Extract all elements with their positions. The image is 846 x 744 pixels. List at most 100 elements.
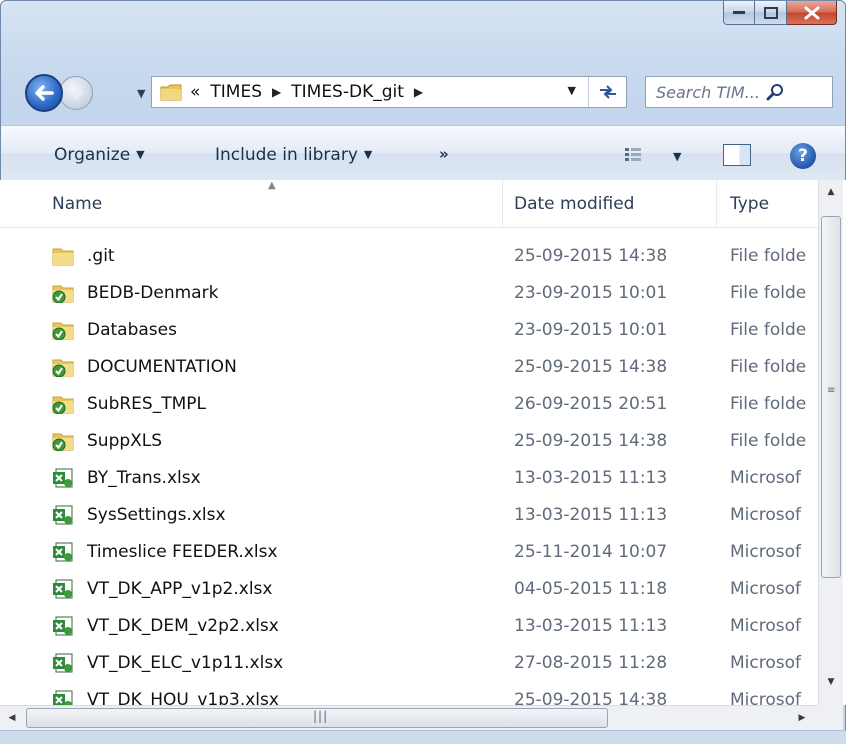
list-item[interactable]: SuppXLS 25-09-2015 14:38 File folde [0,423,818,460]
file-type: File folde [730,394,807,414]
file-name: BY_Trans.xlsx [87,468,201,488]
list-item[interactable]: VT_DK_HOU_v1p3.xlsx 25-09-2015 14:38 Mic… [0,682,818,705]
navigation-row: ▼ « TIMES ▶ TIMES-DK_git ▶ ▼ Search TIM.… [25,72,837,112]
breadcrumb-item-times[interactable]: TIMES [210,82,262,102]
scroll-up-arrow-icon[interactable]: ▲ [819,180,843,204]
file-date: 23-09-2015 10:01 [514,320,668,340]
organize-button[interactable]: Organize ▼ [54,145,145,165]
minimize-icon [733,10,745,14]
list-item[interactable]: BEDB-Denmark 23-09-2015 10:01 File folde [0,275,818,312]
horizontal-scrollbar[interactable]: ◀ ||| ▶ [0,705,818,730]
file-name: BEDB-Denmark [87,283,219,303]
search-box[interactable]: Search TIM... [645,76,833,108]
vertical-scrollbar[interactable]: ▲ ≡ ▼ [818,180,843,705]
chevron-right-icon[interactable]: ▶ [414,85,423,99]
file-date: 25-09-2015 14:38 [514,246,668,266]
back-button[interactable] [25,74,63,112]
list-item[interactable]: Databases 23-09-2015 10:01 File folde [0,312,818,349]
more-commands-button[interactable]: » [439,145,449,163]
file-name: VT_DK_DEM_v2p2.xlsx [87,616,279,636]
minimize-button[interactable] [723,1,755,25]
file-type: Microsof [730,690,801,705]
file-name: .git [87,246,115,266]
column-header-date-modified[interactable]: Date modified [514,194,634,214]
file-date: 26-09-2015 20:51 [514,394,668,414]
status-bar [0,730,846,744]
file-type: Microsof [730,616,801,636]
caption-buttons [723,1,837,25]
file-type: Microsof [730,653,801,673]
column-divider[interactable] [502,180,503,228]
scroll-down-arrow-icon[interactable]: ▼ [819,670,843,694]
search-icon[interactable] [766,83,784,101]
file-name: SubRES_TMPL [87,394,206,414]
change-view-dropdown[interactable]: ▼ [673,150,681,163]
column-header-type[interactable]: Type [730,194,769,214]
column-header: ▲ Name Date modified Type [0,180,818,228]
recent-pages-dropdown[interactable]: ▼ [137,87,145,100]
file-type: File folde [730,431,807,451]
folder-icon [160,84,182,101]
file-name: Databases [87,320,177,340]
scroll-right-arrow-icon[interactable]: ▶ [790,706,814,730]
command-bar: Organize ▼ Include in library ▼ » ▼ ? [1,125,845,181]
maximize-button[interactable] [755,1,787,25]
list-item[interactable]: VT_DK_DEM_v2p2.xlsx 13-03-2015 11:13 Mic… [0,608,818,645]
breadcrumb: « TIMES ▶ TIMES-DK_git ▶ [190,82,433,102]
chevron-right-icon[interactable]: ▶ [272,85,281,99]
list-item[interactable]: SysSettings.xlsx 13-03-2015 11:13 Micros… [0,497,818,534]
list-item[interactable]: .git 25-09-2015 14:38 File folde [0,238,818,275]
grip-icon: ||| [313,709,329,723]
excel-file-icon [53,505,73,525]
list-item[interactable]: DOCUMENTATION 25-09-2015 14:38 File fold… [0,349,818,386]
file-type: Microsof [730,505,801,525]
file-type: File folde [730,283,807,303]
list-item[interactable]: BY_Trans.xlsx 13-03-2015 11:13 Microsof [0,460,818,497]
synced-folder-icon [52,359,74,377]
list-item[interactable]: VT_DK_ELC_v1p11.xlsx 27-08-2015 11:28 Mi… [0,645,818,682]
help-icon[interactable]: ? [790,143,816,169]
back-arrow-icon [35,85,54,101]
list-item[interactable]: Timeslice FEEDER.xlsx 25-11-2014 10:07 M… [0,534,818,571]
close-button[interactable] [787,1,837,25]
view-details-icon[interactable] [625,148,659,162]
file-type: File folde [730,357,807,377]
breadcrumb-item-times-dk-git[interactable]: TIMES-DK_git [291,82,404,102]
horizontal-scroll-thumb[interactable]: ||| [26,708,608,728]
refresh-button[interactable] [588,77,626,107]
file-name: VT_DK_ELC_v1p11.xlsx [87,653,284,673]
include-in-library-button[interactable]: Include in library ▼ [215,145,372,165]
search-input[interactable]: Search TIM... [656,83,760,102]
column-header-name[interactable]: Name [52,194,102,214]
file-list: ▲ Name Date modified Type .git 25-09-201… [0,180,846,705]
file-type: File folde [730,246,807,266]
file-name: VT_DK_APP_v1p2.xlsx [87,579,273,599]
address-bar[interactable]: « TIMES ▶ TIMES-DK_git ▶ ▼ [151,76,627,108]
file-date: 25-09-2015 14:38 [514,690,668,705]
file-name: DOCUMENTATION [87,357,237,377]
forward-button[interactable] [59,76,93,110]
file-date: 04-05-2015 11:18 [514,579,668,599]
file-date: 13-03-2015 11:13 [514,505,668,525]
address-history-dropdown[interactable]: ▼ [568,84,576,97]
file-type: Microsof [730,542,801,562]
include-in-library-label: Include in library [215,145,358,165]
excel-file-icon [53,542,73,562]
preview-pane-icon[interactable] [723,144,751,166]
list-item[interactable]: VT_DK_APP_v1p2.xlsx 04-05-2015 11:18 Mic… [0,571,818,608]
scroll-left-arrow-icon[interactable]: ◀ [0,706,24,730]
file-name: SuppXLS [87,431,163,451]
breadcrumb-overflow[interactable]: « [190,82,200,102]
vertical-scroll-thumb[interactable]: ≡ [821,216,841,578]
excel-file-icon [53,468,73,488]
excel-file-icon [53,653,73,673]
file-type: Microsof [730,468,801,488]
grip-icon: ≡ [827,385,836,396]
file-type: File folde [730,320,807,340]
column-divider[interactable] [716,180,717,228]
list-item[interactable]: SubRES_TMPL 26-09-2015 20:51 File folde [0,386,818,423]
file-name: SysSettings.xlsx [87,505,226,525]
organize-label: Organize [54,145,131,165]
refresh-icon [599,85,616,99]
file-type: Microsof [730,579,801,599]
